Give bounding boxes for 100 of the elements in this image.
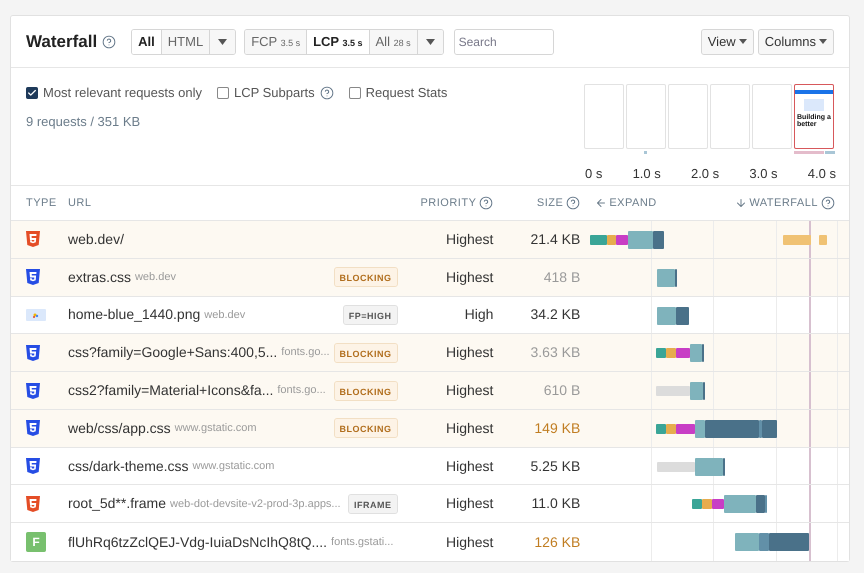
host-text: web.dev <box>134 270 176 285</box>
request-row[interactable]: F flUhRq6tzZclQEJ-Vdg-IuiaDsNcIhQ8tQ.... fonts.gstati... Highest 126 KB <box>11 523 849 562</box>
caret-icon <box>218 38 228 44</box>
status-tag: FP=HIGH <box>342 304 398 325</box>
host-text: fonts.gstati... <box>331 534 394 550</box>
arrow-down-icon <box>735 197 748 209</box>
checkbox[interactable] <box>26 86 38 99</box>
size-text: 3.63 KB <box>530 343 580 362</box>
time-label: 3.0 s <box>749 165 778 183</box>
dropdown-button[interactable] <box>210 30 236 54</box>
dropdown-button[interactable] <box>418 30 443 54</box>
caret-icon <box>426 38 435 44</box>
size-text: 5.25 KB <box>530 456 580 476</box>
size-text: 11.0 KB <box>530 494 580 514</box>
caret-icon <box>819 39 827 44</box>
request-row[interactable]: extras.css web.dev BLOCKING Highest 418 B <box>11 258 849 297</box>
request-row[interactable]: root_5d**.frame web-dot-devsite-v2-prod-3p.apps... IFRAME Highest 11.0 KB <box>11 485 849 524</box>
help-icon[interactable] <box>821 196 835 210</box>
priority-text: Highest <box>444 418 494 438</box>
column-header[interactable]: PRIORITY <box>420 194 476 212</box>
column-header[interactable]: URL <box>68 194 92 212</box>
request-row[interactable]: web.dev/ Highest 21.4 KB <box>11 221 849 259</box>
screenshot-header <box>795 90 833 94</box>
priority-text: Highest <box>444 230 494 249</box>
help-icon[interactable] <box>102 34 116 48</box>
column-header[interactable]: TYPE <box>26 194 57 212</box>
url-text: web/css/app.css <box>68 418 171 438</box>
help-icon[interactable] <box>479 196 494 210</box>
priority-text: High <box>464 305 494 324</box>
size-text: 149 KB <box>533 418 580 438</box>
timing-bar <box>656 382 706 400</box>
column-header[interactable]: SIZE <box>536 194 564 212</box>
priority-text: Highest <box>444 268 494 287</box>
url-text: root_5d**.frame <box>68 494 166 514</box>
request-row[interactable]: css?family=Google+Sans:400,5... fonts.go... BLOCKING Highest 3.63 KB <box>11 334 849 372</box>
host-text: fonts.go... <box>281 345 330 360</box>
css-file-icon <box>26 382 40 399</box>
size-text: 418 B <box>542 268 580 287</box>
time-label: 2.0 s <box>690 165 720 183</box>
host-text: www.gstatic.com <box>174 421 257 436</box>
time-label: 4.0 s <box>808 165 836 183</box>
help-icon[interactable] <box>566 196 580 210</box>
screenshot-image <box>804 99 824 111</box>
priority-text: Highest <box>444 494 494 514</box>
request-row[interactable]: home-blue_1440.png web.dev FP=HIGH High 34.2 KB <box>11 296 849 334</box>
size-text: 610 B <box>542 381 580 400</box>
search-field[interactable]: Search <box>454 28 554 54</box>
arrow-left-icon <box>595 197 608 209</box>
time-label: 1.0 s <box>632 165 661 183</box>
image-thumbnail-icon <box>26 308 46 321</box>
expand-button[interactable]: EXPAND <box>595 194 657 212</box>
time-label: 0 s <box>585 165 602 183</box>
status-tag: BLOCKING <box>334 380 398 401</box>
status-tag: BLOCKING <box>334 267 398 288</box>
caret-icon <box>738 39 747 44</box>
timing-bar <box>657 268 678 287</box>
host-text: www.gstatic.com <box>192 458 274 474</box>
priority-text: Highest <box>444 381 494 400</box>
checkbox[interactable] <box>348 86 361 99</box>
timing-bar <box>656 344 704 362</box>
host-text: fonts.go... <box>277 383 326 398</box>
checkbox-label: Most relevant requests only <box>43 84 202 102</box>
sort-button[interactable]: WATERFALL <box>735 194 818 212</box>
request-row[interactable]: css2?family=Material+Icons&fa... fonts.go... BLOCKING Highest 610 B <box>11 372 849 410</box>
url-text: home-blue_1440.png <box>68 305 200 324</box>
timing-bar <box>657 306 690 325</box>
priority-text: Highest <box>444 532 494 552</box>
request-row[interactable]: css/dark-theme.css www.gstatic.com Highest 5.25 KB <box>11 448 849 486</box>
status-tag: BLOCKING <box>334 418 398 438</box>
font-file-icon: F <box>26 532 46 552</box>
help-icon[interactable] <box>320 86 334 100</box>
url-text: css2?family=Material+Icons&fa... <box>68 381 274 400</box>
priority-text: Highest <box>444 456 494 476</box>
filter-tab[interactable]: HTML <box>162 30 210 54</box>
request-row[interactable]: web/css/app.css www.gstatic.com BLOCKING Highest 149 KB <box>11 410 849 448</box>
checkbox-label: LCP Subparts <box>234 84 315 102</box>
url-text: flUhRq6tzZclQEJ-Vdg-IuiaDsNcIhQ8tQ.... <box>68 532 328 552</box>
filter-tab[interactable]: All <box>132 30 162 54</box>
css-file-icon <box>26 458 40 474</box>
size-text: 34.2 KB <box>530 305 580 324</box>
filter-tab[interactable]: All 28 s <box>370 30 418 54</box>
timing-bar <box>783 235 812 245</box>
url-text: extras.css <box>68 268 131 287</box>
filter-tab[interactable]: FCP 3.5 s <box>245 30 308 54</box>
request-summary: 9 requests / 351 KB <box>26 112 142 131</box>
checkbox[interactable] <box>216 86 229 99</box>
url-text: css/dark-theme.css <box>68 456 189 476</box>
url-text: web.dev/ <box>68 230 124 249</box>
timing-bar <box>819 235 828 245</box>
host-text: web-dot-devsite-v2-prod-3p.apps... <box>170 496 341 512</box>
checkbox-label: Request Stats <box>366 84 448 102</box>
menu-button[interactable]: View <box>700 28 754 54</box>
size-text: 126 KB <box>533 532 580 552</box>
html-file-icon <box>26 496 40 512</box>
css-file-icon <box>26 420 40 436</box>
panel-title: Waterfall <box>26 30 98 53</box>
check-icon <box>27 88 37 98</box>
timing-bar <box>657 458 726 476</box>
menu-button[interactable]: Columns <box>758 28 834 54</box>
url-text: css?family=Google+Sans:400,5... <box>68 343 278 362</box>
